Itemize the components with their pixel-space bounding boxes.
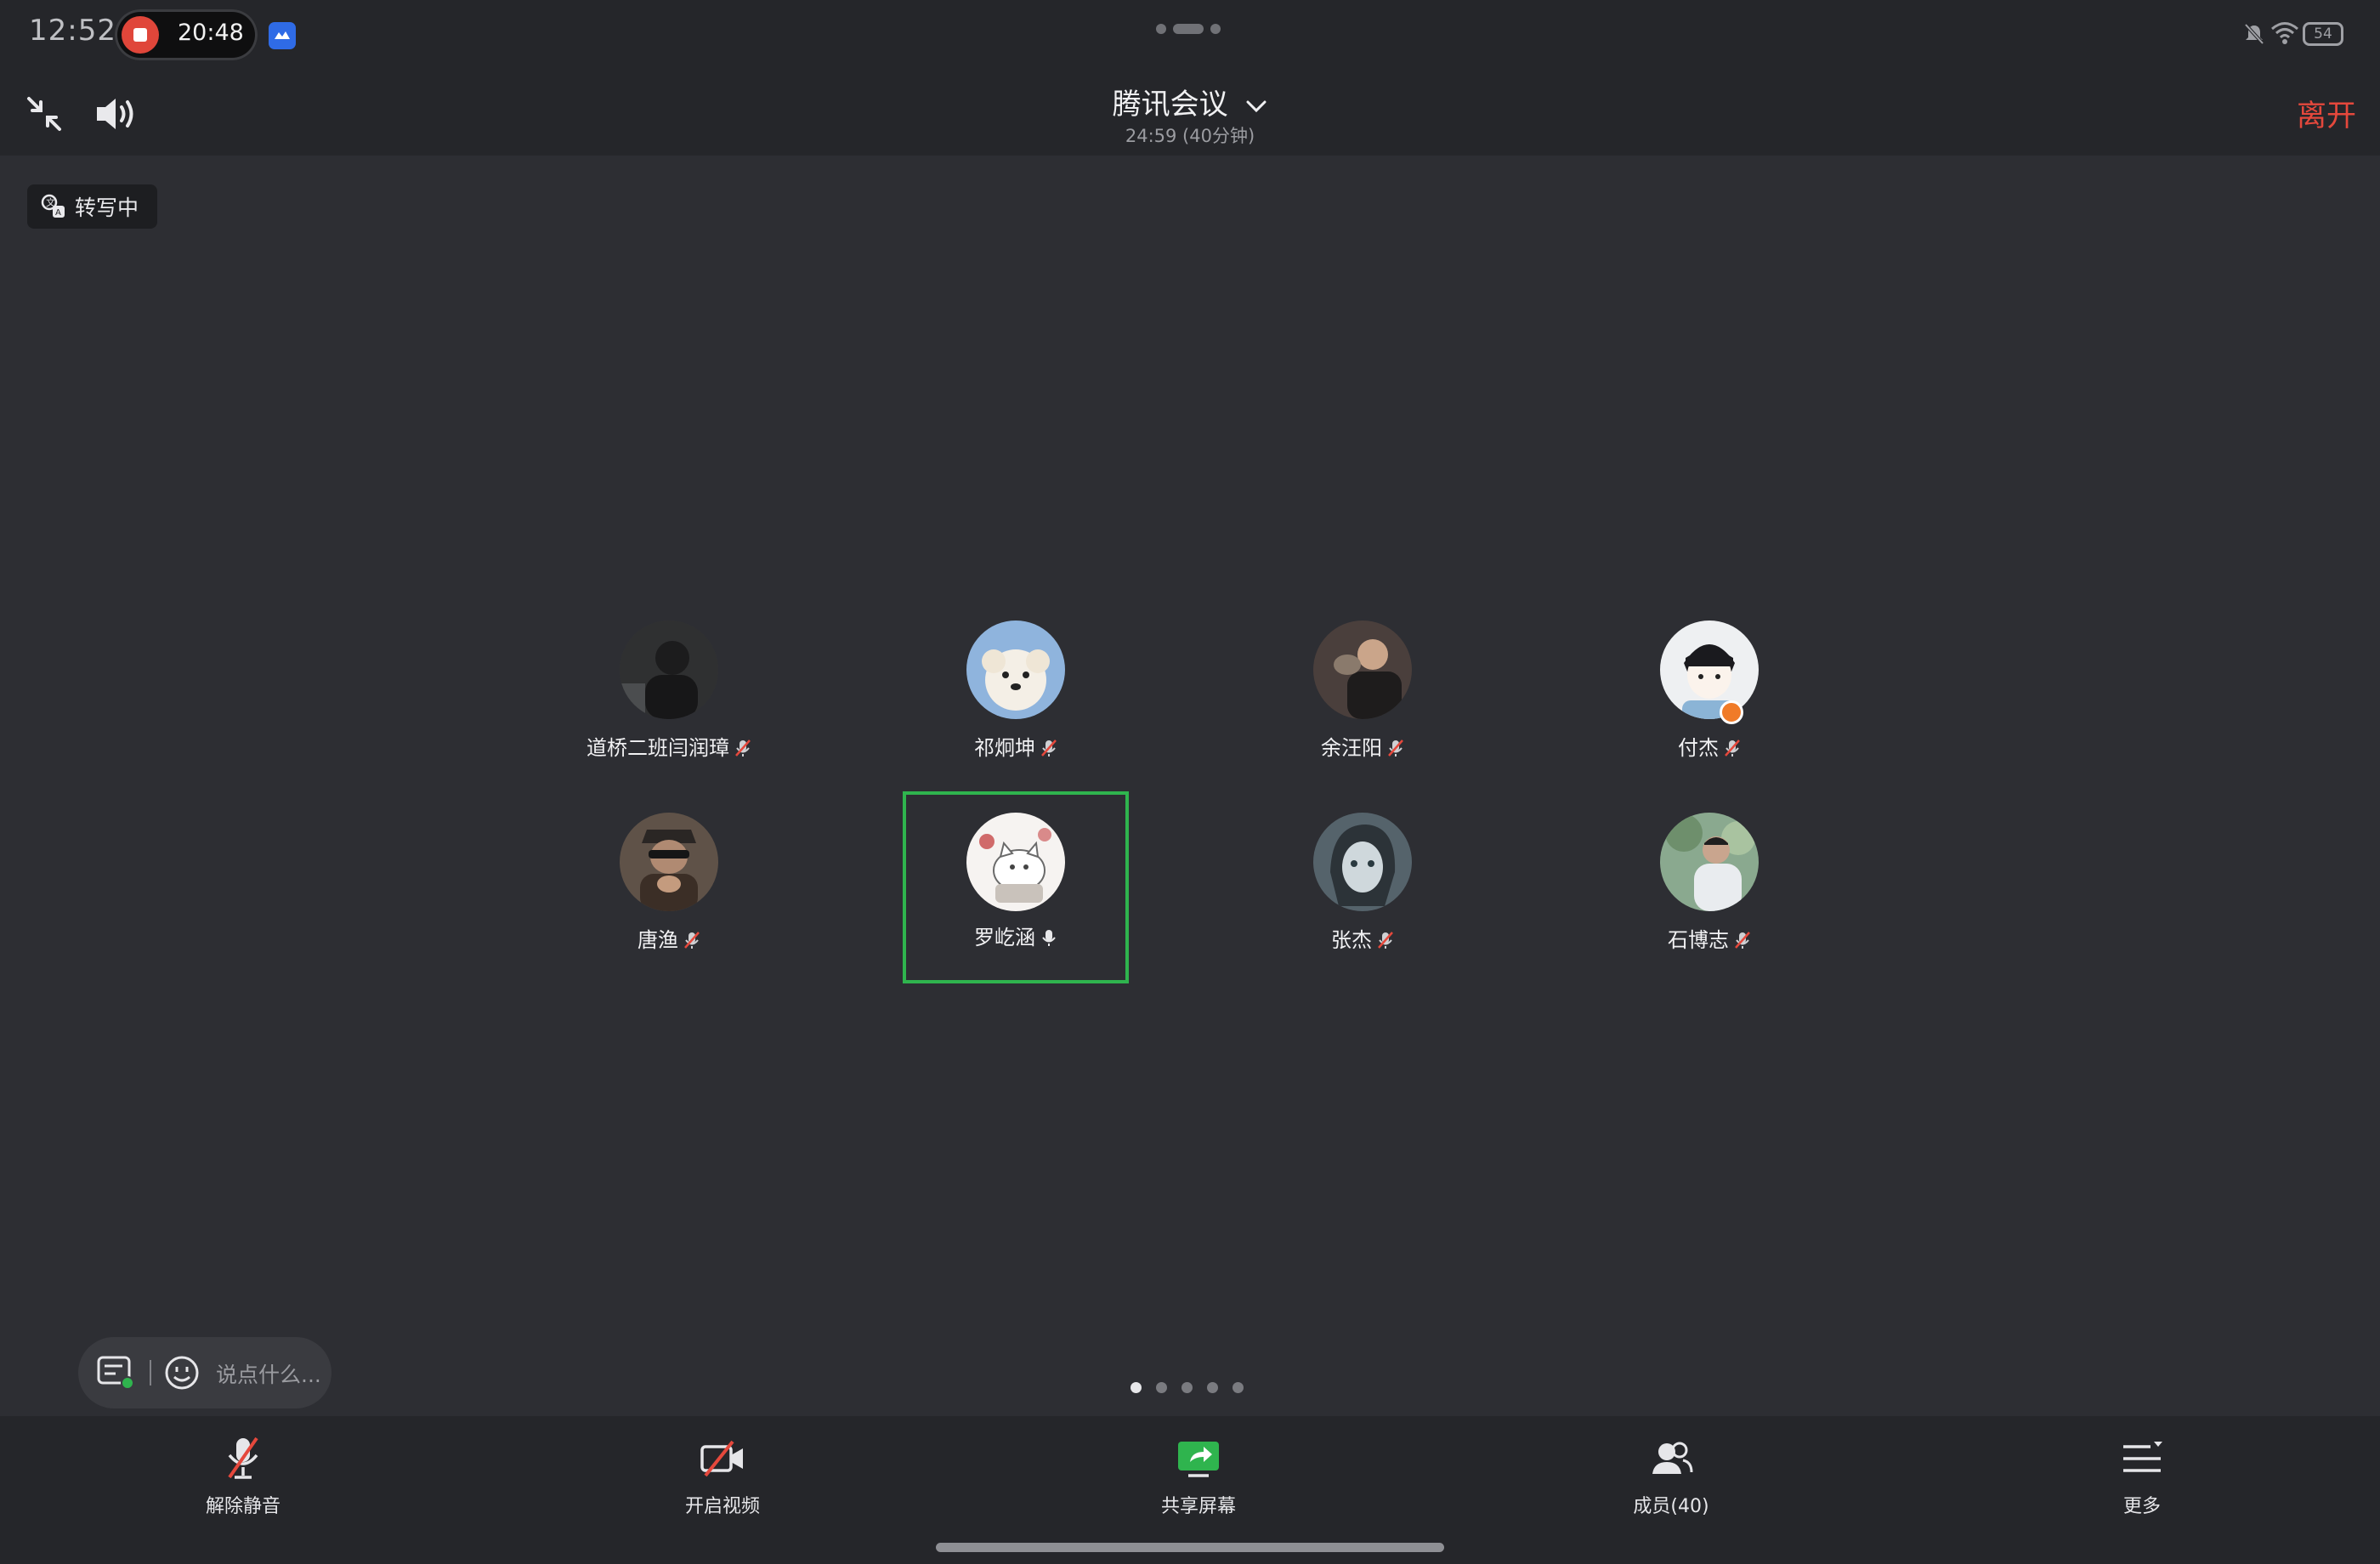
- top-bar: 12:52 20:48 54 腾讯会议 24:59 (40分钟) 离开: [0, 0, 2380, 156]
- avatar: [966, 620, 1065, 719]
- share-screen-button[interactable]: 共享屏幕: [1114, 1433, 1284, 1535]
- svg-text:A: A: [55, 208, 61, 218]
- unmute-button[interactable]: 解除静音: [158, 1433, 328, 1535]
- participant-tile-active-speaker[interactable]: 罗屹涵: [903, 791, 1129, 983]
- multitask-handle[interactable]: [1156, 22, 1221, 36]
- transcription-label: 转写中: [75, 196, 139, 220]
- mic-muted-icon: [1378, 932, 1393, 949]
- chat-input-bar[interactable]: 说点什么...: [78, 1337, 332, 1408]
- mic-muted-icon: [684, 932, 700, 949]
- meeting-title[interactable]: 腾讯会议: [1113, 88, 1228, 122]
- participant-tile[interactable]: 石博志: [1598, 804, 1821, 991]
- participant-name-row: 余汪阳: [1251, 731, 1474, 761]
- mic-muted-icon: [1735, 932, 1750, 949]
- participant-tile[interactable]: 付杰: [1598, 612, 1821, 799]
- members-label: 成员(40): [1633, 1496, 1709, 1517]
- page-dot[interactable]: [1182, 1382, 1193, 1393]
- participant-tile[interactable]: 祁炯坤: [904, 612, 1127, 799]
- participant-tile[interactable]: 唐渔: [558, 804, 780, 991]
- stop-recording-icon[interactable]: [122, 16, 159, 54]
- avatar: [1660, 813, 1759, 911]
- participant-name-row: 唐渔: [558, 923, 780, 953]
- page-dot-active[interactable]: [1130, 1382, 1142, 1393]
- avatar: [1313, 620, 1412, 719]
- participant-name-row: 道桥二班闫润璋: [558, 731, 780, 761]
- more-menu-icon: [2123, 1442, 2162, 1472]
- screen-recording-pill[interactable]: 20:48: [115, 9, 258, 60]
- transcribe-icon: 文 A: [41, 194, 65, 218]
- start-video-label: 开启视频: [684, 1496, 760, 1517]
- start-video-button[interactable]: 开启视频: [638, 1433, 808, 1535]
- avatar: [620, 813, 718, 911]
- mic-muted-icon: [735, 740, 751, 756]
- mic-muted-icon: [1041, 740, 1057, 756]
- page-dot[interactable]: [1156, 1382, 1167, 1393]
- recording-timer: 20:48: [178, 20, 244, 46]
- meeting-duration: 24:59 (40分钟): [1125, 126, 1255, 146]
- participant-name: 道桥二班闫润璋: [586, 736, 729, 760]
- participant-name: 祁炯坤: [974, 736, 1035, 760]
- participant-name-row: 罗屹涵: [904, 921, 1127, 950]
- participant-tile[interactable]: 道桥二班闫润璋: [558, 612, 780, 799]
- do-not-disturb-icon: [2244, 23, 2264, 45]
- participant-name-row: 祁炯坤: [904, 731, 1127, 761]
- bottom-toolbar: 解除静音 开启视频 共享屏幕 成员(40) 更多: [0, 1416, 2380, 1564]
- divider: [150, 1360, 151, 1386]
- wifi-icon: [2271, 22, 2298, 44]
- participant-name-row: 付杰: [1598, 731, 1821, 761]
- leave-button[interactable]: 离开: [2297, 92, 2356, 135]
- more-label: 更多: [2122, 1496, 2161, 1517]
- unmute-label: 解除静音: [205, 1496, 280, 1517]
- avatar: [1313, 813, 1412, 911]
- chat-placeholder[interactable]: 说点什么...: [216, 1358, 321, 1389]
- participant-name: 唐渔: [638, 928, 678, 952]
- app-notification-icon: [269, 22, 296, 49]
- avatar: [1660, 620, 1759, 719]
- members-icon: [1652, 1442, 1693, 1474]
- participant-name: 罗屹涵: [974, 926, 1035, 949]
- participant-tile[interactable]: 余汪阳: [1251, 612, 1474, 799]
- transcription-badge[interactable]: 文 A 转写中: [27, 184, 158, 229]
- mic-active-icon: [1042, 930, 1056, 946]
- members-button[interactable]: 成员(40): [1586, 1433, 1756, 1535]
- page-indicator[interactable]: [1130, 1382, 1250, 1394]
- share-screen-icon: [1178, 1442, 1219, 1477]
- page-dot[interactable]: [1207, 1382, 1218, 1393]
- participant-tile[interactable]: 张杰: [1251, 804, 1474, 991]
- participant-name-row: 石博志: [1598, 923, 1821, 953]
- battery-indicator: 54: [2303, 22, 2343, 46]
- chat-list-icon[interactable]: [97, 1356, 134, 1390]
- participant-name: 余汪阳: [1321, 736, 1382, 760]
- status-clock: 12:52: [29, 14, 116, 48]
- mic-off-icon: [228, 1436, 258, 1479]
- chevron-down-icon[interactable]: [1245, 98, 1267, 115]
- participant-name: 石博志: [1668, 928, 1729, 952]
- home-indicator[interactable]: [936, 1543, 1444, 1552]
- avatar: [620, 620, 718, 719]
- meeting-title-bar[interactable]: 腾讯会议: [0, 81, 2380, 122]
- avatar: [966, 813, 1065, 911]
- participant-name-row: 张杰: [1251, 923, 1474, 953]
- mic-muted-icon: [1725, 740, 1740, 756]
- more-button[interactable]: 更多: [2057, 1433, 2227, 1535]
- video-off-icon: [700, 1440, 743, 1477]
- host-badge-icon: [1720, 700, 1743, 724]
- system-status-icons: 54: [2243, 17, 2349, 51]
- participant-name: 张杰: [1331, 928, 1372, 952]
- emoji-icon[interactable]: [163, 1354, 201, 1391]
- mic-muted-icon: [1388, 740, 1403, 756]
- share-screen-label: 共享屏幕: [1160, 1496, 1236, 1517]
- page-dot[interactable]: [1232, 1382, 1244, 1393]
- participant-name: 付杰: [1678, 736, 1719, 760]
